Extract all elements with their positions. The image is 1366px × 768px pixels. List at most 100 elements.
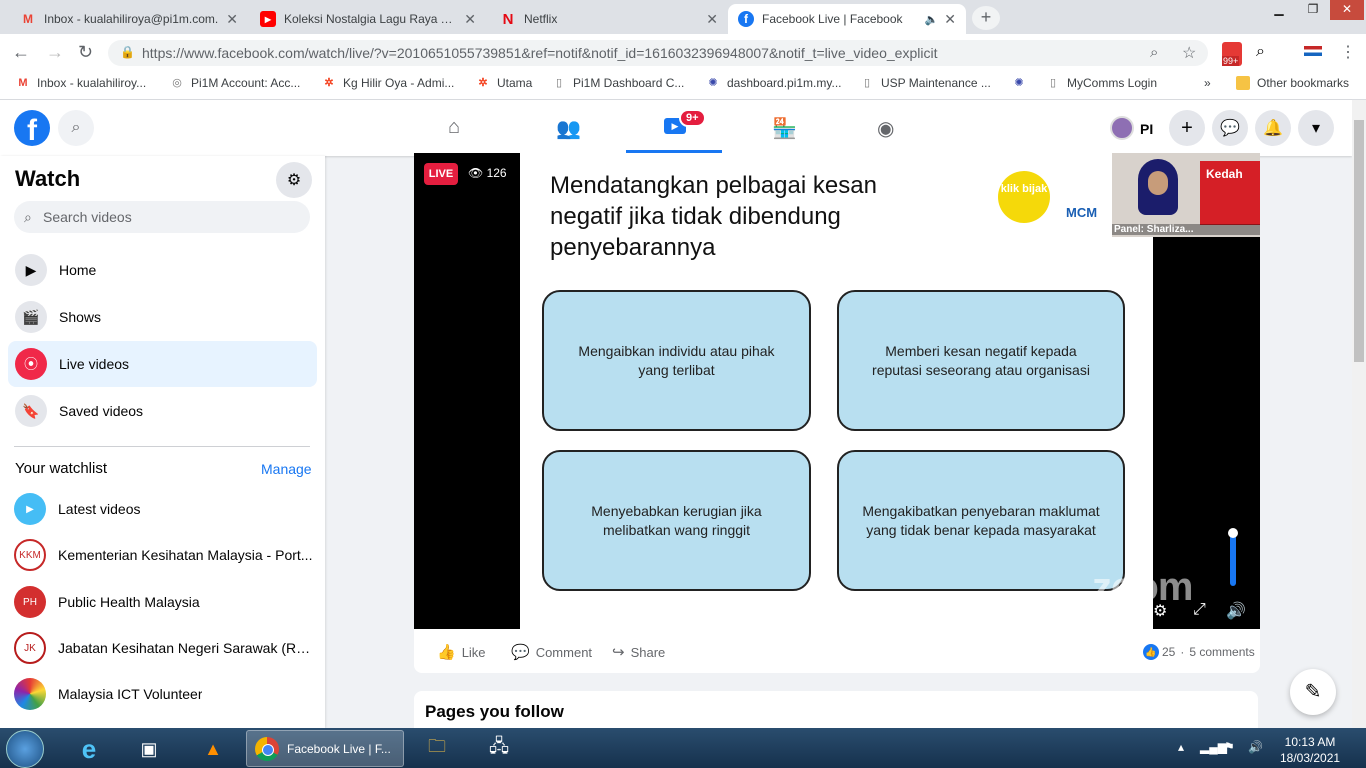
youtube-icon: ▶ bbox=[260, 11, 276, 27]
watchlist-item[interactable]: ▶ Latest videos bbox=[14, 491, 314, 527]
scrollbar-thumb[interactable] bbox=[1354, 120, 1364, 362]
bookmark-item[interactable]: ✲ Utama bbox=[476, 76, 532, 90]
close-window-button[interactable]: ✕ bbox=[1330, 0, 1364, 20]
reaction-count: 25 bbox=[1162, 645, 1176, 659]
tab-close-icon[interactable]: ✕ bbox=[706, 11, 718, 28]
bookmark-item[interactable]: ✲ Kg Hilir Oya - Admi... bbox=[322, 76, 454, 90]
sidebar-item-live-videos[interactable]: ⦿ Live videos bbox=[8, 341, 317, 387]
search-extension-icon[interactable]: ⌕ bbox=[1256, 43, 1265, 61]
network-app-icon[interactable]: 🖧 bbox=[474, 732, 524, 766]
sidebar-item-shows[interactable]: 🎬 Shows bbox=[8, 294, 317, 340]
create-button[interactable]: + bbox=[1169, 110, 1205, 146]
tab-gmail[interactable]: M Inbox - kualahiliroya@pi1m.com. ✕ bbox=[10, 4, 248, 34]
tab-close-icon[interactable]: ✕ bbox=[464, 11, 476, 28]
menu-dots-icon[interactable]: ⋮ bbox=[1340, 42, 1356, 62]
manage-watchlist-link[interactable]: Manage bbox=[261, 461, 312, 477]
system-clock[interactable]: 10:13 AM 18/03/2021 bbox=[1280, 734, 1340, 766]
page-icon: ▯ bbox=[1049, 77, 1057, 89]
home-nav-icon[interactable]: ⌂ bbox=[448, 116, 460, 139]
netflix-icon: N bbox=[502, 10, 514, 28]
watchlist-item[interactable]: JK Jabatan Kesihatan Negeri Sarawak (Ras.… bbox=[14, 630, 314, 666]
messenger-icon[interactable]: 💬 bbox=[1212, 110, 1248, 146]
watch-settings-gear-icon[interactable]: ⚙ bbox=[276, 162, 312, 198]
volume-tray-icon[interactable]: 🔊 bbox=[1248, 740, 1263, 754]
watchlist-item-label: Public Health Malaysia bbox=[58, 594, 200, 610]
chrome-icon bbox=[255, 736, 279, 761]
volume-slider-handle[interactable] bbox=[1228, 528, 1238, 538]
taskbar-chrome-window[interactable]: Facebook Live | F... bbox=[246, 730, 404, 767]
friends-nav-icon[interactable]: 👥 bbox=[556, 116, 581, 141]
page-icon: ▯ bbox=[555, 77, 563, 89]
facebook-logo-icon[interactable]: f bbox=[14, 110, 50, 146]
watchlist-item-label: Jabatan Kesihatan Negeri Sarawak (Ras... bbox=[58, 640, 314, 656]
watchlist-item[interactable]: Malaysia ICT Volunteer bbox=[14, 676, 314, 712]
more-bookmarks-button[interactable]: » bbox=[1204, 76, 1211, 90]
account-menu-chevron-icon[interactable]: ▾ bbox=[1298, 110, 1334, 146]
tab-youtube[interactable]: ▶ Koleksi Nostalgia Lagu Raya Terb ✕ bbox=[250, 4, 486, 34]
avatar: KKM bbox=[14, 539, 46, 571]
groups-nav-icon[interactable]: ◉ bbox=[877, 116, 894, 141]
share-button[interactable]: ↪ Share bbox=[612, 643, 665, 661]
marketplace-nav-icon[interactable]: 🏪 bbox=[772, 116, 797, 141]
zoom-search-icon[interactable]: ⌕ bbox=[1150, 44, 1158, 61]
minimize-button[interactable]: ▁ bbox=[1262, 0, 1296, 20]
like-button[interactable]: 👍 Like bbox=[437, 643, 486, 661]
watch-notification-badge: 9+ bbox=[679, 109, 706, 127]
slide-box: Memberi kesan negatif kepada reputasi se… bbox=[837, 290, 1125, 431]
search-button[interactable]: ⌕ bbox=[58, 110, 94, 146]
tab-close-icon[interactable]: ✕ bbox=[226, 11, 238, 28]
watchlist-item[interactable]: KKM Kementerian Kesihatan Malaysia - Port… bbox=[14, 537, 314, 573]
like-label: Like bbox=[461, 644, 486, 660]
star-icon[interactable]: ☆ bbox=[1182, 43, 1196, 63]
internet-explorer-icon[interactable]: e bbox=[64, 732, 114, 766]
watchlist-item[interactable]: PH Public Health Malaysia bbox=[14, 584, 314, 620]
reload-icon[interactable]: ↻ bbox=[78, 42, 93, 62]
other-bookmarks-folder[interactable]: Other bookmarks bbox=[1236, 76, 1349, 90]
sidebar-item-saved-videos[interactable]: 🔖 Saved videos bbox=[8, 388, 317, 434]
maximize-button[interactable]: ❐ bbox=[1296, 0, 1330, 20]
forward-icon[interactable]: → bbox=[46, 42, 64, 62]
url-text[interactable]: https://www.facebook.com/watch/live/?v=2… bbox=[142, 45, 937, 61]
bookmark-item[interactable]: M Inbox - kualahiliroy... bbox=[16, 76, 146, 90]
live-badge: LIVE bbox=[424, 163, 458, 185]
tab-close-icon[interactable]: ✕ bbox=[944, 11, 956, 28]
bookmark-item[interactable]: ✺ dashboard.pi1m.my... bbox=[706, 76, 841, 90]
file-explorer-icon[interactable]: 🗀 bbox=[412, 732, 462, 766]
volume-slider[interactable] bbox=[1230, 530, 1236, 586]
reactions-summary[interactable]: 👍 25 · 5 comments bbox=[1143, 644, 1255, 660]
bookmark-item[interactable]: ◎ Pi1M Account: Acc... bbox=[170, 76, 300, 90]
tab-netflix[interactable]: N Netflix ✕ bbox=[490, 4, 728, 34]
tab-facebook-live[interactable]: f Facebook Live | Facebook 🔈 ✕ bbox=[728, 4, 966, 34]
bookmark-item[interactable]: ▯ USP Maintenance ... bbox=[860, 76, 991, 90]
share-label: Share bbox=[630, 644, 666, 660]
start-button-windows-icon[interactable] bbox=[6, 730, 44, 768]
tray-expand-icon[interactable]: ▴ bbox=[1178, 740, 1184, 754]
watchlist-item-label: Malaysia ICT Volunteer bbox=[58, 686, 203, 702]
notifications-bell-icon[interactable]: 🔔 bbox=[1255, 110, 1291, 146]
new-message-compose-icon[interactable]: ✎ bbox=[1290, 669, 1336, 715]
sidebar-item-label: Home bbox=[59, 262, 97, 278]
folder-icon bbox=[1236, 76, 1250, 90]
volume-icon[interactable]: 🔊 bbox=[1226, 601, 1246, 621]
bookmark-item[interactable]: ▯ MyComms Login bbox=[1046, 76, 1157, 90]
avatar bbox=[1110, 116, 1134, 140]
fullscreen-icon[interactable]: ⤢ bbox=[1193, 601, 1206, 619]
back-icon[interactable]: ← bbox=[12, 42, 30, 62]
flag-icon[interactable]: ⚑ bbox=[1224, 740, 1235, 754]
bookmark-item[interactable]: ✺ bbox=[1012, 76, 1033, 90]
video-settings-gear-icon[interactable]: ⚙ bbox=[1153, 601, 1167, 621]
eye-icon: 👁 bbox=[468, 166, 487, 180]
home-video-icon: ▶ bbox=[15, 254, 47, 286]
viewer-count: 👁 126 bbox=[468, 166, 507, 180]
comments-count-link[interactable]: 5 comments bbox=[1189, 645, 1254, 659]
bookmark-item[interactable]: ▯ Pi1M Dashboard C... bbox=[552, 76, 684, 90]
viewer-count-value: 126 bbox=[486, 166, 507, 180]
sidebar-item-home[interactable]: ▶ Home bbox=[8, 247, 317, 293]
media-player-icon[interactable]: ▣ bbox=[124, 732, 174, 766]
vlc-icon[interactable]: ▲ bbox=[188, 732, 238, 766]
comment-button[interactable]: 💬 Comment bbox=[511, 643, 592, 661]
slide-title: Mendatangkan pelbagai kesan negatif jika… bbox=[550, 172, 877, 261]
search-videos-input[interactable]: ⌕ Search videos bbox=[14, 201, 310, 233]
flag-extension-icon[interactable] bbox=[1304, 46, 1322, 56]
new-tab-button[interactable]: + bbox=[972, 6, 1000, 30]
